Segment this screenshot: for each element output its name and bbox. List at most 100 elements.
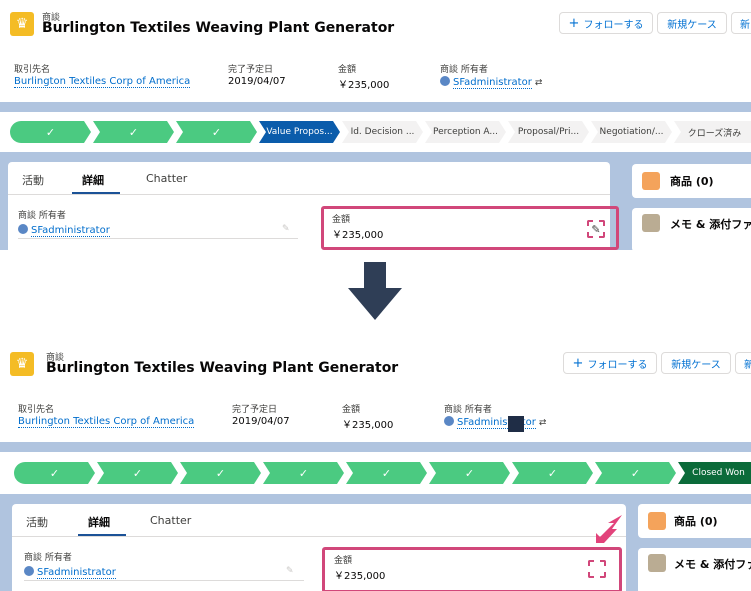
owner-field: SFadministrator ⇄ [444,416,547,429]
owner-link[interactable]: SFadministrator [453,77,532,89]
amount-label: 金額 [342,405,361,415]
path-step-6[interactable]: Perception A... [425,121,506,143]
detail-amount-label: 金額 [334,556,353,566]
products-title[interactable]: 商品 (0) [674,513,718,529]
close-date-value: 2019/04/07 [228,76,286,87]
amount-label: 金額 [338,65,357,75]
account-label: 取引先名 [18,405,55,415]
close-date-label: 完了予定日 [232,405,278,415]
tab-details[interactable]: 詳細 [88,514,110,530]
path-step-7[interactable]: Proposal/Pri... [508,121,589,143]
tab-chatter[interactable]: Chatter [146,172,187,185]
path-step-3[interactable]: ✓ [180,462,261,484]
edit-pencil-button-empty[interactable] [588,560,606,578]
detail-amount-value: ￥235,000 [334,571,386,582]
tab-divider [12,536,626,537]
notes-card: メモ & 添付ファ [638,548,751,591]
notes-icon [648,554,666,572]
record-title: Burlington Textiles Weaving Plant Genera… [46,360,399,376]
change-owner-icon[interactable]: ⇄ [535,78,543,88]
path-step-1[interactable]: ✓ [14,462,95,484]
record-header: ♛ 商談 Burlington Textiles Weaving Plant G… [0,338,751,442]
owner-link[interactable]: SFadministrator [457,417,536,429]
sales-path: ✓ ✓ ✓ ✓ ✓ ✓ ✓ ✓ Closed Won [0,452,751,494]
account-label: 取引先名 [14,65,51,75]
redaction-block [508,416,524,432]
notes-title[interactable]: メモ & 添付ファ [674,556,751,572]
record-header: ♛ 商談 Burlington Textiles Weaving Plant G… [0,0,751,102]
close-date-value: 2019/04/07 [232,416,290,427]
detail-owner-label: 商談 所有者 [24,553,72,563]
new-case-button[interactable]: 新規ケース [661,352,731,374]
pointer-arrow-icon [596,515,622,543]
user-icon [444,416,454,426]
product-icon [648,512,666,530]
change-owner-icon[interactable]: ⇄ [539,418,547,428]
path-step-6[interactable]: ✓ [429,462,510,484]
product-icon [642,172,660,190]
owner-label: 商談 所有者 [440,65,488,75]
record-title: Burlington Textiles Weaving Plant Genera… [42,20,395,36]
notes-title[interactable]: メモ & 添付ファ [670,216,751,232]
path-step-1[interactable]: ✓ [10,121,91,143]
crown-icon: ♛ [10,12,34,36]
products-title[interactable]: 商品 (0) [670,173,714,189]
tab-activity[interactable]: 活動 [22,172,44,188]
tab-chatter[interactable]: Chatter [150,514,191,527]
path-step-2[interactable]: ✓ [97,462,178,484]
field-divider [24,580,304,581]
detail-owner-link[interactable]: SFadministrator [37,567,116,579]
pencil-icon[interactable]: ✎ [282,224,290,234]
more-action-button[interactable]: 新 [731,12,751,34]
account-link[interactable]: Burlington Textiles Corp of America [14,76,191,88]
account-link-text[interactable]: Burlington Textiles Corp of America [18,416,195,428]
path-step-8[interactable]: ✓ [595,462,676,484]
user-icon [440,76,450,86]
path-step-9[interactable]: Closed Won [678,462,751,484]
path-step-5[interactable]: ✓ [346,462,427,484]
products-card: 商品 (0) [638,504,751,538]
tab-details[interactable]: 詳細 [82,172,104,188]
follow-button[interactable]: + フォローする [559,12,653,34]
owner-field: SFadministrator ⇄ [440,76,543,89]
crown-icon: ♛ [10,352,34,376]
arrow-down-icon [348,262,402,320]
path-step-4[interactable]: Value Propos... [259,121,340,143]
detail-amount-label: 金額 [332,215,351,225]
follow-button-label: フォローする [587,359,648,371]
plus-icon: + [568,15,580,31]
before-screenshot: ♛ 商談 Burlington Textiles Weaving Plant G… [0,0,751,250]
products-card: 商品 (0) [632,164,751,198]
amount-value: ￥235,000 [338,80,390,91]
plus-icon: + [572,355,584,371]
pencil-icon[interactable]: ✎ [286,566,294,576]
amount-value: ￥235,000 [342,420,394,431]
close-date-label: 完了予定日 [228,65,274,75]
detail-owner-label: 商談 所有者 [18,211,66,221]
path-step-8[interactable]: Negotiation/... [591,121,672,143]
account-link-text[interactable]: Burlington Textiles Corp of America [14,76,191,88]
tab-activity[interactable]: 活動 [26,514,48,530]
detail-amount-value: ￥235,000 [332,230,384,241]
sales-path: ✓ ✓ ✓ Value Propos... Id. Decision ... Percep… [0,112,751,152]
path-step-7[interactable]: ✓ [512,462,593,484]
tab-divider [8,194,610,195]
account-link[interactable]: Burlington Textiles Corp of America [18,416,195,428]
path-step-3[interactable]: ✓ [176,121,257,143]
notes-card: メモ & 添付ファ [632,208,751,250]
more-action-button[interactable]: 新 [735,352,751,374]
follow-button[interactable]: + フォローする [563,352,657,374]
user-icon [24,566,34,576]
field-divider [18,238,298,239]
edit-pencil-button[interactable]: ✎ [587,220,605,238]
path-step-2[interactable]: ✓ [93,121,174,143]
new-case-button[interactable]: 新規ケース [657,12,727,34]
follow-button-label: フォローする [583,19,644,31]
detail-owner-link[interactable]: SFadministrator [31,225,110,237]
notes-icon [642,214,660,232]
path-step-4[interactable]: ✓ [263,462,344,484]
detail-owner-field: SFadministrator [18,224,110,237]
path-step-9[interactable]: クローズ済み [674,121,751,143]
path-step-5[interactable]: Id. Decision ... [342,121,423,143]
detail-owner-field: SFadministrator [24,566,116,579]
